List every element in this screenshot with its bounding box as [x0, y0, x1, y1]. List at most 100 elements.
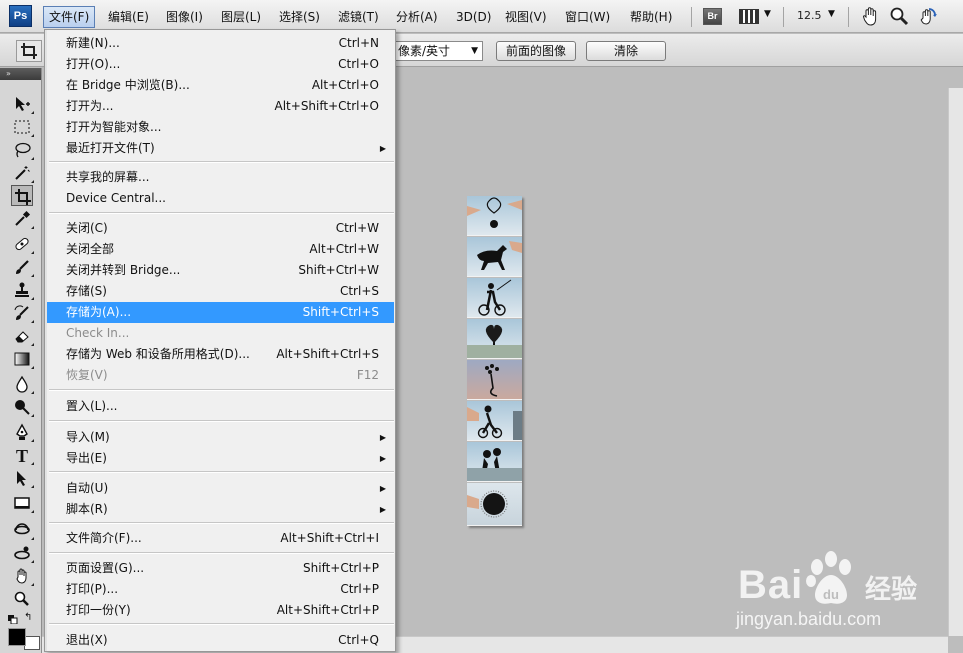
menu-item-save-as[interactable]: 存储为(A)... Shift+Ctrl+S	[47, 302, 394, 323]
shape-tool-icon[interactable]	[11, 492, 34, 513]
hand-icon[interactable]	[860, 5, 882, 27]
marquee-tool-icon[interactable]	[11, 116, 34, 137]
thumbnail-image	[467, 360, 522, 400]
foreground-color-swatch[interactable]	[8, 628, 26, 646]
thumbnail-image	[467, 442, 522, 482]
menu-item-open[interactable]: 打开(O)... Ctrl+O	[47, 54, 394, 75]
menu-item-browse-in-bridge[interactable]: 在 Bridge 中浏览(B)... Alt+Ctrl+O	[47, 75, 394, 96]
menu-item-scripts[interactable]: 脚本(R) ▶	[47, 499, 394, 520]
menu-item-open-recent[interactable]: 最近打开文件(T) ▶	[47, 138, 394, 159]
bridge-button[interactable]: Br	[703, 8, 722, 25]
menu-item-print[interactable]: 打印(P)... Ctrl+P	[47, 579, 394, 600]
gradient-tool-icon[interactable]	[11, 348, 34, 369]
thumbnail-image	[467, 278, 522, 318]
menu-item-automate[interactable]: 自动(U) ▶	[47, 478, 394, 499]
menu-item-device-central[interactable]: Device Central...	[47, 188, 394, 209]
resolution-units-select[interactable]: 像素/英寸 ▼	[393, 41, 483, 61]
menu-item-close-and-go-to-bridge[interactable]: 关闭并转到 Bridge... Shift+Ctrl+W	[47, 260, 394, 281]
menu-item-save[interactable]: 存储(S) Ctrl+S	[47, 281, 394, 302]
menu-edit[interactable]: 编辑(E)	[103, 6, 154, 28]
menu-item-label: 打开为...	[66, 99, 114, 113]
menu-item-label: 打开为智能对象...	[66, 120, 162, 134]
chevron-down-icon[interactable]: ▼	[828, 9, 835, 19]
menu-item-close-all[interactable]: 关闭全部 Alt+Ctrl+W	[47, 239, 394, 260]
view-extras-icon[interactable]	[739, 9, 759, 24]
pen-tool-icon[interactable]	[11, 421, 34, 442]
path-selection-tool-icon[interactable]	[11, 467, 34, 488]
default-colors-icon[interactable]	[8, 613, 18, 625]
paw-logo-icon: du	[801, 549, 863, 610]
lasso-tool-icon[interactable]	[11, 139, 34, 160]
history-brush-tool-icon[interactable]	[11, 302, 34, 323]
zoom-tool-icon[interactable]	[11, 588, 33, 609]
toolbox-collapse-handle[interactable]: »	[0, 68, 41, 80]
menu-window[interactable]: 窗口(W)	[560, 6, 615, 28]
menu-separator	[49, 389, 394, 391]
menu-item-exit[interactable]: 退出(X) Ctrl+Q	[47, 630, 394, 651]
dodge-tool-icon[interactable]	[11, 396, 34, 417]
menu-item-shortcut: Shift+Ctrl+S	[302, 305, 379, 319]
menu-item-label: 页面设置(G)...	[66, 561, 145, 575]
menu-item-label: 脚本(R)	[66, 502, 108, 516]
menu-help[interactable]: 帮助(H)	[625, 6, 677, 28]
chevron-down-icon[interactable]: ▼	[764, 9, 771, 19]
menu-file[interactable]: 文件(F)	[43, 6, 96, 28]
crop-tool-icon[interactable]	[11, 185, 33, 206]
healing-brush-tool-icon[interactable]	[11, 233, 34, 254]
blur-tool-icon[interactable]	[11, 373, 34, 394]
menu-3d[interactable]: 3D(D)	[451, 6, 496, 28]
move-tool-icon[interactable]	[11, 93, 34, 114]
submenu-arrow-icon: ▶	[379, 144, 386, 153]
menu-item-file-info[interactable]: 文件简介(F)... Alt+Shift+Ctrl+I	[47, 528, 394, 549]
menu-select[interactable]: 选择(S)	[274, 6, 325, 28]
vertical-scrollbar[interactable]	[948, 88, 963, 636]
menu-item-open-as[interactable]: 打开为... Alt+Shift+Ctrl+O	[47, 96, 394, 117]
menu-item-print-one-copy[interactable]: 打印一份(Y) Alt+Shift+Ctrl+P	[47, 600, 394, 621]
menu-image[interactable]: 图像(I)	[161, 6, 208, 28]
menu-item-shortcut: Alt+Ctrl+W	[309, 242, 379, 256]
rotate-view-icon[interactable]	[916, 5, 938, 27]
menu-item-page-setup[interactable]: 页面设置(G)... Shift+Ctrl+P	[47, 558, 394, 579]
hand-tool-icon[interactable]	[11, 565, 34, 586]
front-image-button[interactable]: 前面的图像	[496, 41, 576, 61]
magic-wand-tool-icon[interactable]	[11, 162, 34, 183]
menu-item-open-as-smart-object[interactable]: 打开为智能对象...	[47, 117, 394, 138]
watermark-url: jingyan.baidu.com	[736, 609, 882, 629]
3d-rotate-tool-icon[interactable]	[11, 519, 34, 540]
type-tool-icon[interactable]: T	[11, 444, 34, 465]
menu-item-close[interactable]: 关闭(C) Ctrl+W	[47, 218, 394, 239]
eraser-tool-icon[interactable]	[11, 325, 34, 346]
menu-analysis[interactable]: 分析(A)	[391, 6, 443, 28]
3d-orbit-tool-icon[interactable]	[11, 542, 34, 563]
menu-item-label: 文件简介(F)...	[66, 531, 142, 545]
zoom-icon[interactable]	[888, 5, 910, 27]
menu-item-place[interactable]: 置入(L)...	[47, 396, 394, 417]
eyedropper-tool-icon[interactable]	[11, 208, 34, 229]
menu-item-label: 存储为 Web 和设备所用格式(D)...	[66, 347, 250, 361]
clear-button[interactable]: 清除	[586, 41, 666, 61]
menu-item-label: 关闭并转到 Bridge...	[66, 263, 181, 277]
menu-item-import[interactable]: 导入(M) ▶	[47, 427, 394, 448]
menu-item-save-for-web[interactable]: 存储为 Web 和设备所用格式(D)... Alt+Shift+Ctrl+S	[47, 344, 394, 365]
crop-icon[interactable]	[16, 40, 42, 62]
menu-separator	[783, 7, 784, 27]
zoom-level[interactable]: 12.5	[797, 9, 822, 22]
background-color-swatch[interactable]	[24, 636, 40, 650]
brush-tool-icon[interactable]	[11, 256, 34, 277]
menu-filter[interactable]: 滤镜(T)	[333, 6, 384, 28]
menu-view[interactable]: 视图(V)	[500, 6, 552, 28]
menu-item-new[interactable]: 新建(N)... Ctrl+N	[47, 33, 394, 54]
menu-item-label: Device Central...	[66, 191, 166, 205]
app-logo[interactable]: Ps	[9, 5, 32, 27]
menu-item-export[interactable]: 导出(E) ▶	[47, 448, 394, 469]
menu-layer[interactable]: 图层(L)	[216, 6, 266, 28]
swap-colors-icon[interactable]: ↰	[24, 612, 36, 623]
menu-item-shortcut: Shift+Ctrl+P	[303, 561, 379, 575]
menu-item-share-screen[interactable]: 共享我的屏幕...	[47, 167, 394, 188]
menu-item-label: 导入(M)	[66, 430, 110, 444]
menu-separator	[49, 212, 394, 214]
clone-stamp-tool-icon[interactable]	[11, 279, 34, 300]
thumbnail-image	[467, 401, 522, 441]
menu-item-label: 打印一份(Y)	[66, 603, 131, 617]
file-menu-dropdown: 新建(N)... Ctrl+N 打开(O)... Ctrl+O 在 Bridge 中…	[44, 29, 396, 652]
